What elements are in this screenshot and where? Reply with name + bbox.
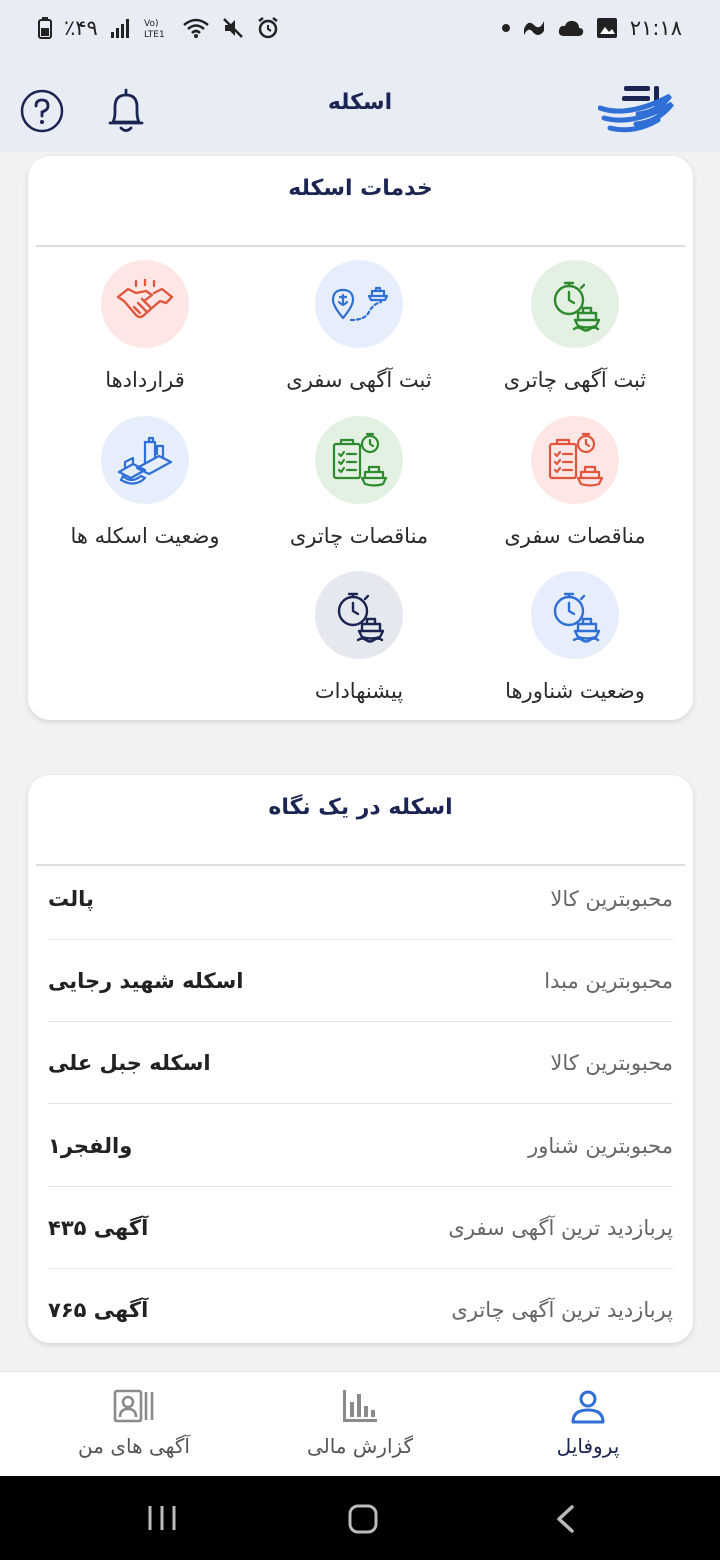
home-icon[interactable] [347, 1503, 379, 1535]
back-icon[interactable] [554, 1504, 576, 1534]
bottom-nav: پروفایل گزارش مالی آگهی های من [0, 1371, 720, 1476]
divider [36, 245, 685, 247]
nav-label: گزارش مالی [306, 1434, 414, 1458]
nav-profile[interactable]: پروفایل [498, 1386, 678, 1458]
svg-text:Vo): Vo) [144, 19, 158, 29]
stopwatch-ship-icon [553, 281, 601, 332]
glance-row-key: محبوبترین شناور [528, 1133, 673, 1158]
glance-row: محبوبترین کالا اسکله جبل علی [48, 1022, 673, 1104]
app-header: اسکله [0, 56, 720, 152]
service-icon-bg [531, 416, 619, 504]
lte-icon: Vo)LTE1 [144, 19, 165, 39]
service-vessel-status[interactable]: وضعیت شناورها [470, 571, 680, 703]
service-register-charter-ad[interactable]: ثبت آگهی چاتری [470, 260, 680, 392]
service-label: مناقصات سفری [504, 524, 646, 548]
glance-row: پربازدید ترین آگهی سفری آگهی ۴۳۵ [48, 1187, 673, 1269]
status-right: ۲۱:۱۸ [501, 16, 682, 40]
service-label: وضعیت اسکله ها [70, 524, 220, 548]
service-label: وضعیت شناورها [505, 679, 645, 703]
glance-row-value: اسکله جبل علی [48, 1050, 211, 1075]
service-label: مناقصات چاتری [289, 524, 429, 548]
battery-level: ٪۴۹ [64, 16, 98, 40]
glance-row-key: پربازدید ترین آگهی چاتری [451, 1298, 673, 1322]
services-title: خدمات اسکله [288, 176, 433, 201]
service-icon-bg [531, 260, 619, 348]
nav-label: پروفایل [556, 1434, 620, 1458]
service-label: پیشنهادات [314, 679, 404, 703]
system-nav-bar [0, 1476, 720, 1560]
service-icon-bg [101, 260, 189, 348]
glance-card: اسکله در یک نگاه محبوبترین کالا پالت محب… [28, 775, 693, 1343]
pier-building-boat-icon [117, 436, 173, 485]
stopwatch-ship-icon [553, 592, 601, 643]
service-label: ثبت آگهی سفری [286, 368, 432, 392]
status-bar: ٪۴۹ Vo) LTE1 ۲۱:۱۸ [0, 0, 720, 56]
service-pier-status[interactable]: وضعیت اسکله ها [40, 416, 250, 548]
profile-card-icon [113, 1389, 154, 1423]
stopwatch-ship-icon [337, 592, 385, 643]
app-logo [598, 86, 674, 133]
glance-row-key: محبوبترین مبدا [544, 968, 673, 993]
service-icon-bg [315, 416, 403, 504]
clock-time: ۲۱:۱۸ [629, 16, 682, 40]
gallery-icon [596, 18, 617, 38]
battery-icon [38, 17, 52, 39]
nav-financial-report[interactable]: گزارش مالی [270, 1386, 450, 1458]
notification-dot-icon [501, 24, 510, 32]
signal-icon [110, 19, 129, 38]
clipboard-stopwatch-ship-icon [548, 432, 604, 487]
service-icon-bg [315, 571, 403, 659]
glance-row-value: آگهی ۴۳۵ [48, 1215, 149, 1240]
glance-title: اسکله در یک نگاه [268, 795, 453, 820]
service-label: ثبت آگهی چاتری [503, 368, 647, 392]
service-label: قراردادها [105, 368, 185, 392]
glance-row-key: پربازدید ترین آگهی سفری [448, 1215, 673, 1240]
glance-row: پربازدید ترین آگهی چاتری آگهی ۷۶۵ [48, 1269, 673, 1351]
service-offers[interactable]: پیشنهادات [254, 571, 464, 703]
glance-row-value: پالت [48, 886, 94, 911]
bar-chart-icon [343, 1390, 377, 1422]
glance-row: محبوبترین شناور والفجر۱ [48, 1105, 673, 1187]
service-icon-bg [101, 416, 189, 504]
glance-row: محبوبترین کالا پالت [48, 858, 673, 940]
user-icon [571, 1390, 605, 1424]
route-pin-ship-icon [331, 286, 389, 322]
cloud-icon [558, 20, 583, 36]
service-register-trip-ad[interactable]: ثبت آگهی سفری [254, 260, 464, 392]
service-charter-tenders[interactable]: مناقصات چاتری [254, 416, 464, 548]
services-card: خدمات اسکله ثبت آگهی چاتری ثبت آگهی سفری… [28, 156, 693, 720]
glance-row-key: محبوبترین کالا [550, 1050, 673, 1075]
mute-icon [222, 18, 243, 38]
svg-text:LTE1: LTE1 [144, 30, 165, 39]
service-icon-bg [315, 260, 403, 348]
status-left: ٪۴۹ Vo) LTE1 [38, 16, 280, 40]
nav-my-ads[interactable]: آگهی های من [44, 1386, 224, 1458]
handshake-icon [116, 279, 174, 319]
glance-row: محبوبترین مبدا اسکله شهید رجایی [48, 940, 673, 1022]
nav-label: آگهی های من [78, 1434, 190, 1458]
app-notification-icon [523, 21, 544, 35]
wifi-icon [183, 18, 209, 38]
glance-row-value: آگهی ۷۶۵ [48, 1298, 149, 1322]
clipboard-stopwatch-ship-icon [332, 432, 388, 487]
service-trip-tenders[interactable]: مناقصات سفری [470, 416, 680, 548]
glance-row-key: محبوبترین کالا [550, 886, 673, 911]
recent-apps-icon[interactable] [146, 1504, 178, 1532]
service-icon-bg [531, 571, 619, 659]
glance-row-value: والفجر۱ [48, 1133, 133, 1158]
glance-row-value: اسکله شهید رجایی [48, 968, 244, 993]
service-contracts[interactable]: قراردادها [40, 260, 250, 392]
alarm-icon [258, 17, 278, 39]
